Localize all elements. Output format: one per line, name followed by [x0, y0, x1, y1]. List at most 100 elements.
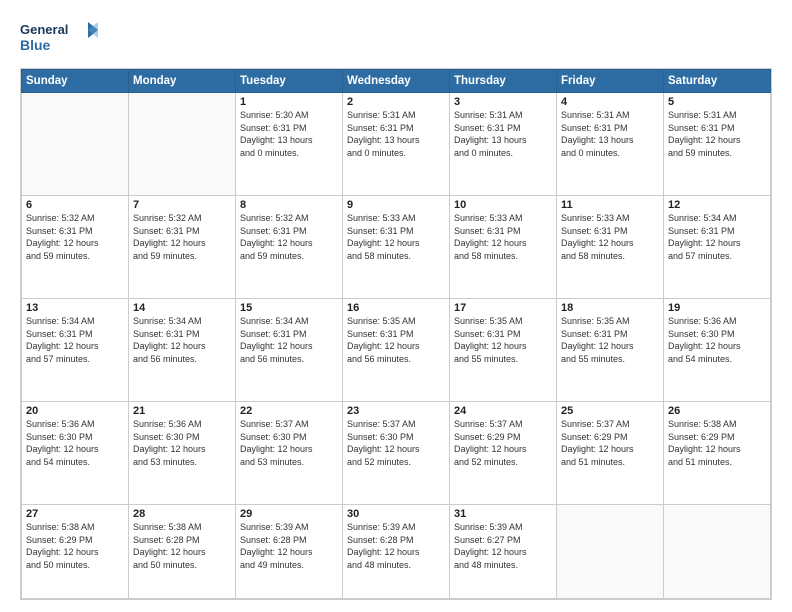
- day-cell-20: 20Sunrise: 5:36 AMSunset: 6:30 PMDayligh…: [22, 402, 129, 505]
- empty-cell: [664, 505, 771, 599]
- logo: General Blue: [20, 18, 100, 58]
- col-header-sunday: Sunday: [22, 70, 129, 93]
- day-number: 27: [26, 508, 124, 520]
- day-cell-9: 9Sunrise: 5:33 AMSunset: 6:31 PMDaylight…: [343, 196, 450, 299]
- day-number: 15: [240, 302, 338, 314]
- day-info: Sunrise: 5:30 AMSunset: 6:31 PMDaylight:…: [240, 109, 338, 159]
- day-cell-16: 16Sunrise: 5:35 AMSunset: 6:31 PMDayligh…: [343, 299, 450, 402]
- day-number: 5: [668, 96, 766, 108]
- day-cell-13: 13Sunrise: 5:34 AMSunset: 6:31 PMDayligh…: [22, 299, 129, 402]
- week-row-1: 1Sunrise: 5:30 AMSunset: 6:31 PMDaylight…: [22, 93, 771, 196]
- day-info: Sunrise: 5:36 AMSunset: 6:30 PMDaylight:…: [133, 418, 231, 468]
- day-info: Sunrise: 5:35 AMSunset: 6:31 PMDaylight:…: [454, 315, 552, 365]
- day-info: Sunrise: 5:38 AMSunset: 6:29 PMDaylight:…: [668, 418, 766, 468]
- day-info: Sunrise: 5:36 AMSunset: 6:30 PMDaylight:…: [668, 315, 766, 365]
- day-number: 25: [561, 405, 659, 417]
- day-number: 31: [454, 508, 552, 520]
- day-number: 3: [454, 96, 552, 108]
- day-info: Sunrise: 5:31 AMSunset: 6:31 PMDaylight:…: [454, 109, 552, 159]
- day-info: Sunrise: 5:36 AMSunset: 6:30 PMDaylight:…: [26, 418, 124, 468]
- day-info: Sunrise: 5:33 AMSunset: 6:31 PMDaylight:…: [561, 212, 659, 262]
- day-number: 11: [561, 199, 659, 211]
- day-info: Sunrise: 5:37 AMSunset: 6:29 PMDaylight:…: [454, 418, 552, 468]
- day-cell-15: 15Sunrise: 5:34 AMSunset: 6:31 PMDayligh…: [236, 299, 343, 402]
- header: General Blue: [20, 18, 772, 58]
- empty-cell: [22, 93, 129, 196]
- empty-cell: [129, 93, 236, 196]
- day-cell-14: 14Sunrise: 5:34 AMSunset: 6:31 PMDayligh…: [129, 299, 236, 402]
- day-cell-26: 26Sunrise: 5:38 AMSunset: 6:29 PMDayligh…: [664, 402, 771, 505]
- day-cell-10: 10Sunrise: 5:33 AMSunset: 6:31 PMDayligh…: [450, 196, 557, 299]
- day-cell-27: 27Sunrise: 5:38 AMSunset: 6:29 PMDayligh…: [22, 505, 129, 599]
- day-number: 10: [454, 199, 552, 211]
- week-row-3: 13Sunrise: 5:34 AMSunset: 6:31 PMDayligh…: [22, 299, 771, 402]
- calendar: SundayMondayTuesdayWednesdayThursdayFrid…: [20, 68, 772, 600]
- day-info: Sunrise: 5:31 AMSunset: 6:31 PMDaylight:…: [561, 109, 659, 159]
- day-number: 19: [668, 302, 766, 314]
- day-info: Sunrise: 5:39 AMSunset: 6:28 PMDaylight:…: [347, 521, 445, 571]
- day-number: 7: [133, 199, 231, 211]
- day-number: 12: [668, 199, 766, 211]
- day-number: 16: [347, 302, 445, 314]
- day-info: Sunrise: 5:35 AMSunset: 6:31 PMDaylight:…: [561, 315, 659, 365]
- day-number: 21: [133, 405, 231, 417]
- day-cell-3: 3Sunrise: 5:31 AMSunset: 6:31 PMDaylight…: [450, 93, 557, 196]
- page: General Blue SundayMondayTuesdayWednesda…: [0, 0, 792, 612]
- day-number: 8: [240, 199, 338, 211]
- day-cell-1: 1Sunrise: 5:30 AMSunset: 6:31 PMDaylight…: [236, 93, 343, 196]
- day-number: 22: [240, 405, 338, 417]
- day-number: 30: [347, 508, 445, 520]
- col-header-monday: Monday: [129, 70, 236, 93]
- day-info: Sunrise: 5:31 AMSunset: 6:31 PMDaylight:…: [347, 109, 445, 159]
- day-cell-30: 30Sunrise: 5:39 AMSunset: 6:28 PMDayligh…: [343, 505, 450, 599]
- day-number: 17: [454, 302, 552, 314]
- col-header-thursday: Thursday: [450, 70, 557, 93]
- day-info: Sunrise: 5:37 AMSunset: 6:30 PMDaylight:…: [347, 418, 445, 468]
- day-cell-5: 5Sunrise: 5:31 AMSunset: 6:31 PMDaylight…: [664, 93, 771, 196]
- day-info: Sunrise: 5:38 AMSunset: 6:29 PMDaylight:…: [26, 521, 124, 571]
- day-number: 18: [561, 302, 659, 314]
- day-info: Sunrise: 5:37 AMSunset: 6:30 PMDaylight:…: [240, 418, 338, 468]
- day-info: Sunrise: 5:33 AMSunset: 6:31 PMDaylight:…: [454, 212, 552, 262]
- week-row-5: 27Sunrise: 5:38 AMSunset: 6:29 PMDayligh…: [22, 505, 771, 599]
- col-header-saturday: Saturday: [664, 70, 771, 93]
- day-info: Sunrise: 5:32 AMSunset: 6:31 PMDaylight:…: [26, 212, 124, 262]
- day-number: 9: [347, 199, 445, 211]
- day-cell-21: 21Sunrise: 5:36 AMSunset: 6:30 PMDayligh…: [129, 402, 236, 505]
- day-number: 23: [347, 405, 445, 417]
- day-cell-25: 25Sunrise: 5:37 AMSunset: 6:29 PMDayligh…: [557, 402, 664, 505]
- day-cell-29: 29Sunrise: 5:39 AMSunset: 6:28 PMDayligh…: [236, 505, 343, 599]
- day-cell-11: 11Sunrise: 5:33 AMSunset: 6:31 PMDayligh…: [557, 196, 664, 299]
- day-info: Sunrise: 5:34 AMSunset: 6:31 PMDaylight:…: [240, 315, 338, 365]
- day-cell-4: 4Sunrise: 5:31 AMSunset: 6:31 PMDaylight…: [557, 93, 664, 196]
- col-header-wednesday: Wednesday: [343, 70, 450, 93]
- day-cell-24: 24Sunrise: 5:37 AMSunset: 6:29 PMDayligh…: [450, 402, 557, 505]
- day-number: 20: [26, 405, 124, 417]
- day-cell-6: 6Sunrise: 5:32 AMSunset: 6:31 PMDaylight…: [22, 196, 129, 299]
- day-number: 28: [133, 508, 231, 520]
- day-info: Sunrise: 5:35 AMSunset: 6:31 PMDaylight:…: [347, 315, 445, 365]
- day-number: 24: [454, 405, 552, 417]
- svg-text:Blue: Blue: [20, 37, 51, 53]
- day-number: 14: [133, 302, 231, 314]
- day-info: Sunrise: 5:31 AMSunset: 6:31 PMDaylight:…: [668, 109, 766, 159]
- day-info: Sunrise: 5:38 AMSunset: 6:28 PMDaylight:…: [133, 521, 231, 571]
- day-number: 4: [561, 96, 659, 108]
- day-cell-17: 17Sunrise: 5:35 AMSunset: 6:31 PMDayligh…: [450, 299, 557, 402]
- day-cell-31: 31Sunrise: 5:39 AMSunset: 6:27 PMDayligh…: [450, 505, 557, 599]
- empty-cell: [557, 505, 664, 599]
- day-info: Sunrise: 5:37 AMSunset: 6:29 PMDaylight:…: [561, 418, 659, 468]
- day-number: 6: [26, 199, 124, 211]
- week-row-4: 20Sunrise: 5:36 AMSunset: 6:30 PMDayligh…: [22, 402, 771, 505]
- day-cell-19: 19Sunrise: 5:36 AMSunset: 6:30 PMDayligh…: [664, 299, 771, 402]
- day-info: Sunrise: 5:39 AMSunset: 6:28 PMDaylight:…: [240, 521, 338, 571]
- logo-icon: General Blue: [20, 18, 100, 58]
- calendar-header-row: SundayMondayTuesdayWednesdayThursdayFrid…: [22, 70, 771, 93]
- week-row-2: 6Sunrise: 5:32 AMSunset: 6:31 PMDaylight…: [22, 196, 771, 299]
- day-cell-7: 7Sunrise: 5:32 AMSunset: 6:31 PMDaylight…: [129, 196, 236, 299]
- day-info: Sunrise: 5:34 AMSunset: 6:31 PMDaylight:…: [26, 315, 124, 365]
- day-info: Sunrise: 5:32 AMSunset: 6:31 PMDaylight:…: [240, 212, 338, 262]
- day-info: Sunrise: 5:34 AMSunset: 6:31 PMDaylight:…: [668, 212, 766, 262]
- col-header-tuesday: Tuesday: [236, 70, 343, 93]
- day-cell-8: 8Sunrise: 5:32 AMSunset: 6:31 PMDaylight…: [236, 196, 343, 299]
